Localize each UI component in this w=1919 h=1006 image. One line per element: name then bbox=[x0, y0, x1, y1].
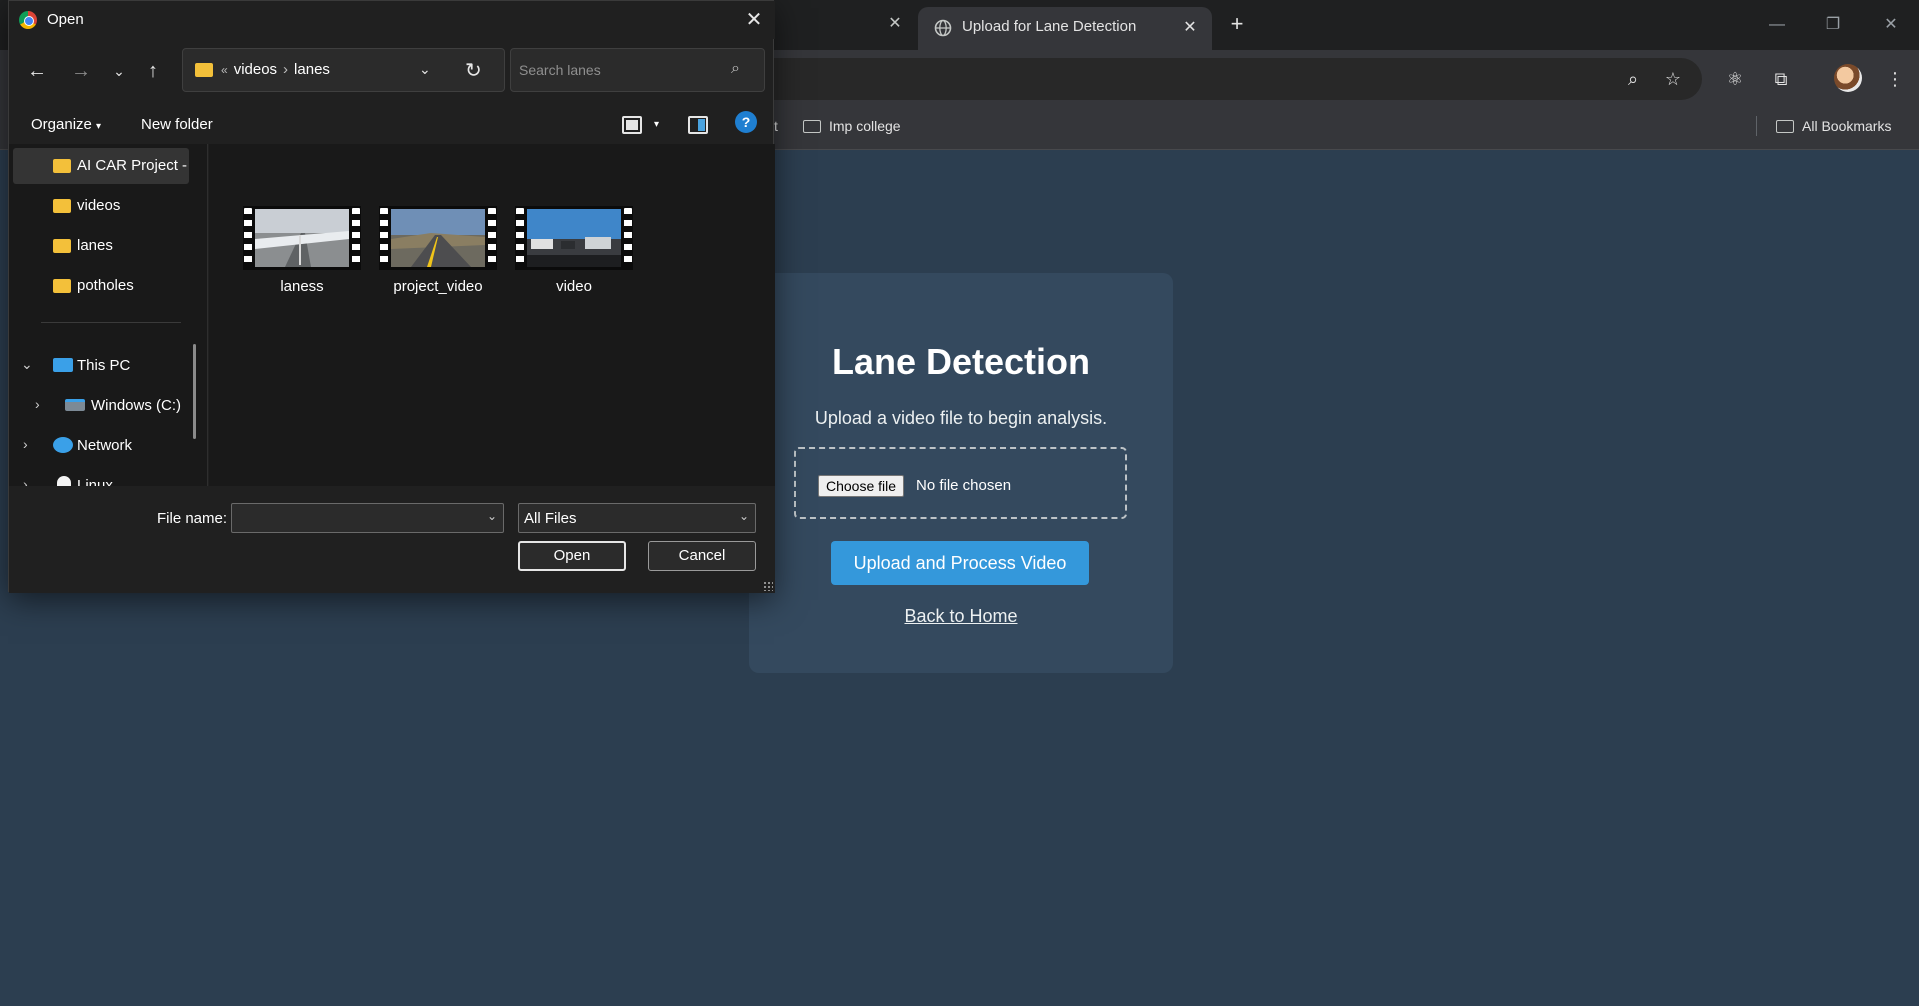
active-tab[interactable]: Upload for Lane Detection ✕ bbox=[918, 7, 1212, 50]
computer-icon bbox=[53, 358, 73, 372]
zoom-icon[interactable]: ⌕ bbox=[1618, 64, 1648, 94]
nav-item-ai-car-project[interactable]: AI CAR Project - bbox=[13, 148, 189, 184]
chevron-down-icon[interactable]: ▾ bbox=[654, 119, 659, 130]
dialog-title: Open bbox=[47, 11, 84, 28]
organize-button[interactable]: Organize ▾ bbox=[31, 116, 101, 133]
close-window-icon[interactable]: ✕ bbox=[1878, 12, 1904, 38]
linux-icon bbox=[57, 476, 71, 486]
file-type-select[interactable]: All Files ⌄ bbox=[518, 503, 756, 533]
nav-item-windows-c[interactable]: › Windows (C:) bbox=[13, 388, 189, 424]
close-tab-icon[interactable]: ✕ bbox=[1180, 18, 1200, 38]
open-button[interactable]: Open bbox=[518, 541, 626, 571]
new-folder-button[interactable]: New folder bbox=[141, 116, 213, 133]
nav-item-this-pc[interactable]: ⌄ This PC bbox=[13, 348, 189, 384]
help-icon[interactable]: ? bbox=[735, 111, 757, 133]
chrome-icon bbox=[19, 11, 37, 29]
chevron-down-icon[interactable]: ⌄ bbox=[21, 356, 33, 373]
folder-icon bbox=[803, 120, 821, 133]
file-item-project-video[interactable]: project_video bbox=[371, 206, 497, 298]
chevron-right-icon[interactable]: › bbox=[35, 396, 40, 412]
video-file-icon bbox=[515, 206, 633, 270]
avatar[interactable] bbox=[1834, 64, 1862, 92]
forward-arrow-icon[interactable]: → bbox=[67, 57, 95, 85]
extensions-icon[interactable]: ⧉ bbox=[1766, 64, 1796, 94]
network-icon bbox=[53, 437, 73, 453]
nav-item-linux[interactable]: › Linux bbox=[13, 468, 189, 486]
back-arrow-icon[interactable]: ← bbox=[23, 57, 51, 85]
close-tab-icon[interactable]: ✕ bbox=[884, 13, 906, 35]
nav-item-potholes[interactable]: potholes bbox=[13, 268, 189, 304]
nav-divider bbox=[41, 322, 181, 323]
menu-icon[interactable]: ⋮ bbox=[1880, 64, 1910, 94]
dialog-titlebar: Open ✕ bbox=[9, 1, 775, 39]
file-name: project_video bbox=[393, 278, 483, 295]
chevron-right-icon[interactable]: › bbox=[23, 476, 28, 486]
file-name-label: File name: bbox=[157, 510, 228, 527]
nav-item-network[interactable]: › Network bbox=[13, 428, 189, 464]
upload-card: Lane Detection Upload a video file to be… bbox=[749, 273, 1173, 673]
globe-icon bbox=[934, 19, 952, 37]
scrollbar[interactable] bbox=[193, 344, 196, 439]
bookmark-folder-imp-college[interactable]: Imp college bbox=[803, 114, 901, 138]
up-arrow-icon[interactable]: ↑ bbox=[139, 57, 167, 85]
page-title: Lane Detection bbox=[831, 341, 1091, 382]
chevron-right-icon[interactable]: › bbox=[23, 436, 28, 452]
choose-file-button[interactable]: Choose file bbox=[818, 475, 905, 497]
address-bar[interactable] bbox=[760, 58, 1702, 100]
nav-item-lanes[interactable]: lanes bbox=[13, 228, 189, 264]
minimize-icon[interactable]: — bbox=[1764, 12, 1790, 38]
dialog-footer: File name: ⌄ All Files ⌄ Open Cancel bbox=[9, 486, 775, 593]
refresh-icon[interactable]: ↻ bbox=[465, 58, 482, 83]
search-input[interactable] bbox=[519, 59, 719, 81]
new-tab-icon[interactable]: + bbox=[1224, 12, 1250, 38]
path-bar[interactable]: «videos › lanes ⌄ ↻ bbox=[182, 48, 505, 92]
folder-icon bbox=[1776, 120, 1794, 133]
breadcrumb-videos[interactable]: videos bbox=[234, 61, 277, 78]
file-item-video[interactable]: video bbox=[507, 206, 633, 298]
chevron-down-icon[interactable]: ⌄ bbox=[419, 61, 431, 78]
command-bar: Organize ▾ New folder ▾ bbox=[9, 106, 775, 144]
video-file-icon bbox=[379, 206, 497, 270]
folder-icon bbox=[53, 159, 71, 173]
react-devtools-icon[interactable]: ⚛ bbox=[1720, 64, 1750, 94]
file-name-field[interactable]: ⌄ bbox=[231, 503, 504, 533]
file-item-laness[interactable]: laness bbox=[235, 206, 361, 298]
nav-item-videos[interactable]: videos bbox=[13, 188, 189, 224]
search-icon: ⌕ bbox=[731, 60, 740, 77]
drive-icon bbox=[65, 399, 85, 411]
folder-icon bbox=[53, 279, 71, 293]
preview-pane-icon[interactable] bbox=[688, 116, 708, 134]
file-list: laness project_video video bbox=[209, 144, 775, 486]
cancel-button[interactable]: Cancel bbox=[648, 541, 756, 571]
search-box[interactable]: ⌕ bbox=[510, 48, 765, 92]
chevron-down-icon[interactable]: ⌄ bbox=[487, 509, 497, 523]
file-name: laness bbox=[280, 278, 324, 295]
upload-process-button[interactable]: Upload and Process Video bbox=[831, 541, 1089, 585]
file-dropzone[interactable]: Choose file No file chosen bbox=[794, 447, 1127, 519]
resize-grip-icon[interactable] bbox=[763, 581, 773, 591]
close-dialog-icon[interactable]: ✕ bbox=[741, 7, 767, 33]
tab-title: Upload for Lane Detection bbox=[962, 18, 1137, 35]
bookmark-star-icon[interactable]: ☆ bbox=[1658, 64, 1688, 94]
pane-divider bbox=[207, 144, 208, 486]
navigation-pane: AI CAR Project - videos lanes potholes ⌄… bbox=[9, 144, 208, 486]
restore-icon[interactable]: ❐ bbox=[1820, 12, 1846, 38]
open-file-dialog: Open ✕ ← → ⌄ ↑ «videos›lanes ⌄ ↻ ⌕ Organ… bbox=[8, 0, 775, 593]
breadcrumb-lanes[interactable]: lanes bbox=[294, 61, 330, 78]
folder-icon bbox=[195, 63, 213, 77]
file-status: No file chosen bbox=[916, 477, 1012, 494]
page-subtitle: Upload a video file to begin analysis. bbox=[814, 408, 1108, 428]
recent-locations-icon[interactable]: ⌄ bbox=[105, 57, 133, 85]
bookmarks-divider bbox=[1756, 116, 1757, 136]
folder-icon bbox=[53, 199, 71, 213]
folder-icon bbox=[53, 239, 71, 253]
view-options-icon[interactable] bbox=[622, 116, 642, 134]
back-home-link[interactable]: Back to Home bbox=[749, 606, 1173, 627]
breadcrumb: «videos › lanes bbox=[221, 61, 330, 78]
chevron-down-icon: ⌄ bbox=[738, 509, 749, 523]
video-file-icon bbox=[243, 206, 361, 270]
file-name: video bbox=[556, 278, 592, 295]
all-bookmarks[interactable]: All Bookmarks bbox=[1776, 114, 1891, 138]
